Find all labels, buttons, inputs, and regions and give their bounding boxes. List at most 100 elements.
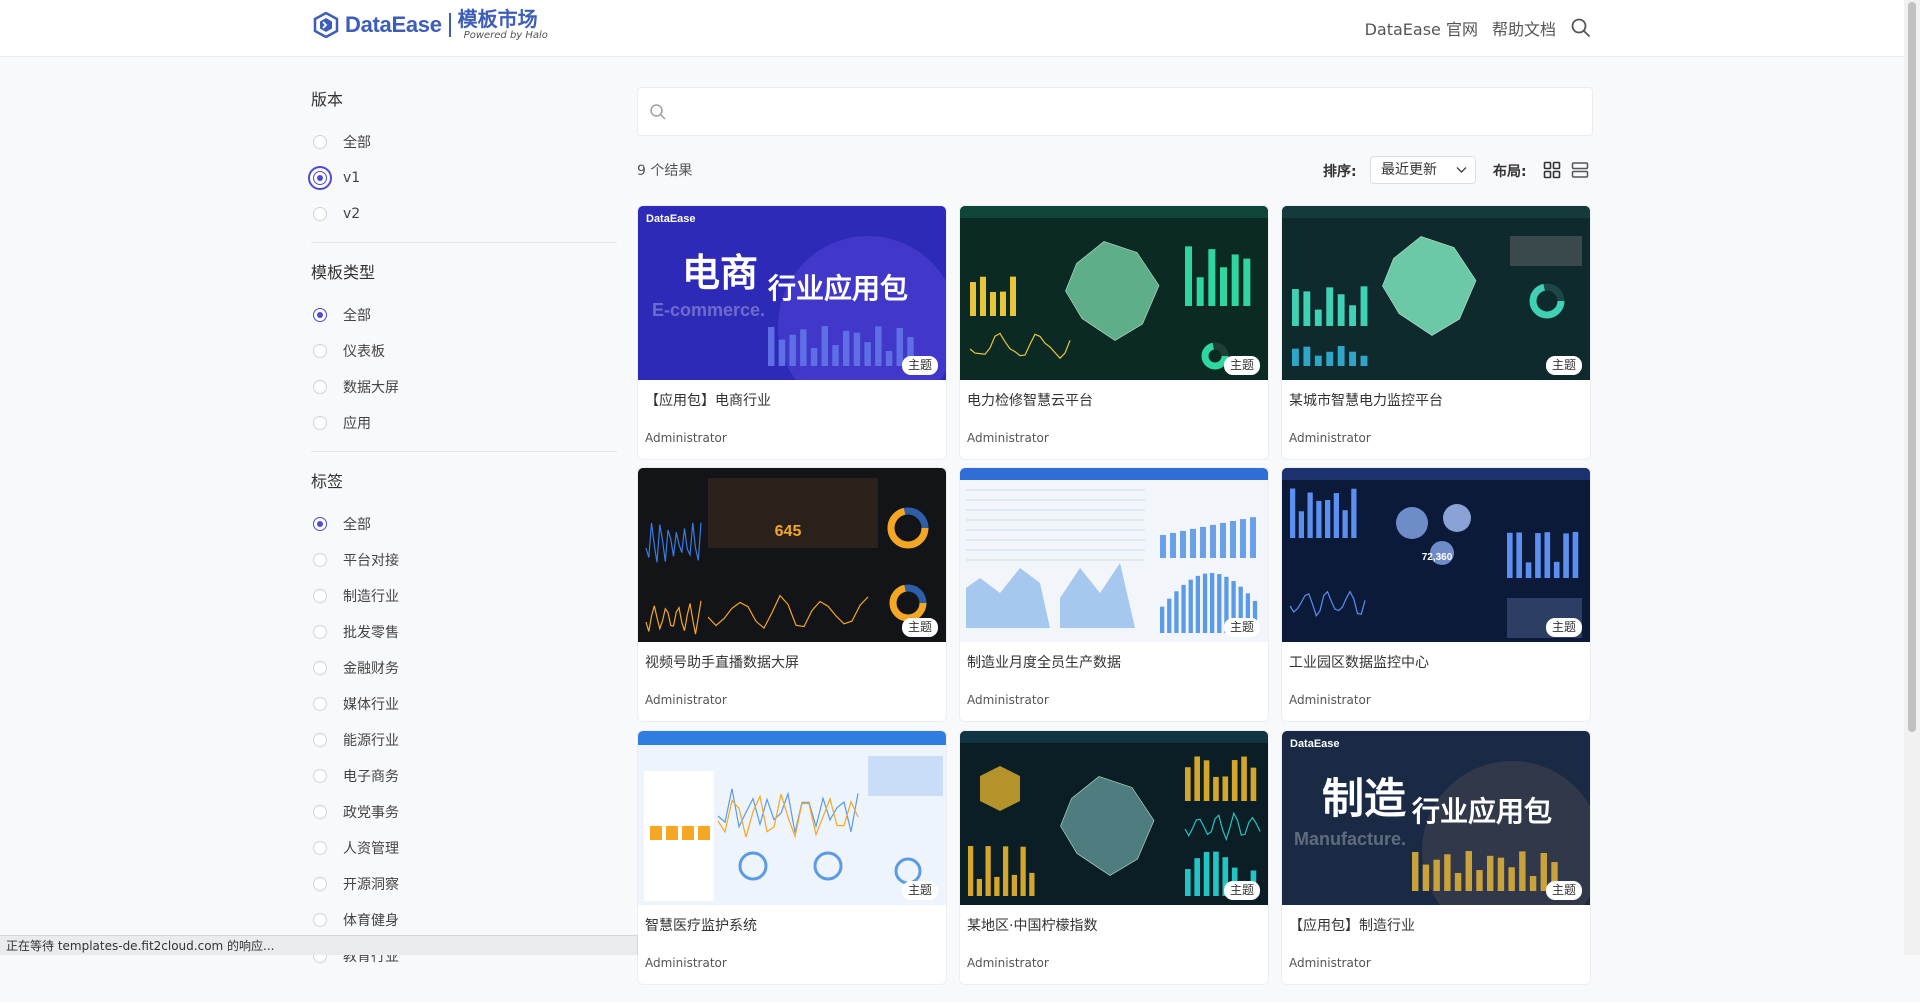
search-icon: [650, 104, 666, 120]
filter-option[interactable]: 金融财务: [311, 650, 617, 686]
radio-unchecked-icon[interactable]: [313, 697, 327, 711]
logo[interactable]: DataEase 模板市场 Powered by Halo: [313, 9, 548, 41]
filter-option[interactable]: 人资管理: [311, 830, 617, 866]
search-input[interactable]: [678, 98, 1572, 126]
template-card-title[interactable]: 电力检修智慧云平台: [967, 390, 1093, 410]
template-card-title[interactable]: 工业园区数据监控中心: [1289, 652, 1429, 672]
template-search-bar[interactable]: [637, 87, 1593, 136]
template-card-title[interactable]: 【应用包】制造行业: [1289, 915, 1415, 935]
template-thumbnail[interactable]: [960, 731, 1268, 905]
filter-option-label: 制造行业: [343, 589, 399, 605]
template-card[interactable]: 主题 制造业月度全员生产数据 Administrator: [959, 467, 1269, 722]
template-card-title[interactable]: 制造业月度全员生产数据: [967, 652, 1121, 672]
filter-option[interactable]: 制造行业: [311, 578, 617, 614]
filter-option[interactable]: v2: [311, 196, 617, 232]
filter-option[interactable]: 平台对接: [311, 542, 617, 578]
filter-group-version: 版本全部 v1 v2: [311, 88, 617, 243]
radio-checked-icon[interactable]: [313, 308, 327, 322]
filter-option-label: 媒体行业: [343, 697, 399, 713]
filter-option[interactable]: 应用: [311, 405, 617, 441]
template-thumbnail-image: [638, 731, 946, 905]
filter-option[interactable]: 批发零售: [311, 614, 617, 650]
template-thumbnail[interactable]: DataEase 电商 行业应用包 E-commerce.: [638, 206, 946, 380]
radio-checked-icon[interactable]: [313, 171, 327, 185]
radio-unchecked-icon[interactable]: [313, 135, 327, 149]
template-thumbnail[interactable]: [1282, 206, 1590, 380]
filter-option[interactable]: 政党事务: [311, 794, 617, 830]
theme-badge: 主题: [1545, 618, 1582, 637]
radio-unchecked-icon[interactable]: [313, 877, 327, 891]
nav-help-docs-link[interactable]: 帮助文档: [1492, 16, 1556, 40]
template-card-title[interactable]: 视频号助手直播数据大屏: [645, 652, 799, 672]
filter-option[interactable]: 媒体行业: [311, 686, 617, 722]
template-thumbnail[interactable]: DataEase 制造 行业应用包 Manufacture.: [1282, 731, 1590, 905]
radio-unchecked-icon[interactable]: [313, 913, 327, 927]
template-card[interactable]: 主题 电力检修智慧云平台 Administrator: [959, 205, 1269, 460]
filter-option[interactable]: 全部: [311, 297, 617, 333]
template-thumbnail[interactable]: [638, 731, 946, 905]
filter-option[interactable]: 能源行业: [311, 722, 617, 758]
grid-layout-icon[interactable]: [1543, 161, 1561, 179]
template-card-title[interactable]: 【应用包】电商行业: [645, 390, 771, 410]
filter-option[interactable]: 体育健身: [311, 902, 617, 938]
template-card-title[interactable]: 某地区·中国柠檬指数: [967, 915, 1097, 935]
thumb-small-text: 行业应用包: [1411, 795, 1552, 828]
chevron-down-icon: [1456, 167, 1467, 173]
template-card-title[interactable]: 智慧医疗监护系统: [645, 915, 757, 935]
template-card-author: Administrator: [645, 693, 727, 707]
radio-unchecked-icon[interactable]: [313, 733, 327, 747]
template-thumbnail-image: [960, 731, 1268, 905]
filter-option-label: 开源洞察: [343, 877, 399, 893]
radio-unchecked-icon[interactable]: [313, 589, 327, 603]
radio-unchecked-icon[interactable]: [313, 625, 327, 639]
template-card-author: Administrator: [645, 431, 727, 445]
template-card[interactable]: 72,360 主题 工业园区数据监控中心 Administrator: [1281, 467, 1591, 722]
template-card[interactable]: 主题 智慧医疗监护系统 Administrator: [637, 730, 947, 985]
radio-unchecked-icon[interactable]: [313, 553, 327, 567]
logo-name: DataEase: [345, 12, 442, 37]
list-layout-icon[interactable]: [1571, 161, 1589, 179]
radio-unchecked-icon[interactable]: [313, 769, 327, 783]
nav-official-site-link[interactable]: DataEase 官网: [1365, 16, 1478, 40]
filter-group-template-type: 模板类型 全部 仪表板 数据大屏 应用: [311, 261, 617, 452]
radio-unchecked-icon[interactable]: [313, 841, 327, 855]
filter-option[interactable]: 仪表板: [311, 333, 617, 369]
radio-unchecked-icon[interactable]: [313, 207, 327, 221]
sort-select[interactable]: 最近更新: [1370, 156, 1476, 184]
template-card[interactable]: 645 主题 视频号助手直播数据大屏 Administrator: [637, 467, 947, 722]
filter-group-title: 版本: [311, 90, 344, 109]
template-thumbnail-image: 645: [638, 468, 946, 642]
template-thumbnail[interactable]: 72,360: [1282, 468, 1590, 642]
radio-unchecked-icon[interactable]: [313, 805, 327, 819]
radio-unchecked-icon[interactable]: [313, 661, 327, 675]
filter-option[interactable]: 全部: [311, 506, 617, 542]
filter-option[interactable]: 数据大屏: [311, 369, 617, 405]
radio-checked-icon[interactable]: [313, 517, 327, 531]
logo-subtitle: Powered by Halo: [463, 30, 548, 41]
template-card-author: Administrator: [967, 431, 1049, 445]
radio-unchecked-icon[interactable]: [313, 416, 327, 430]
filter-option-label: 金融财务: [343, 661, 399, 677]
filter-option[interactable]: 电子商务: [311, 758, 617, 794]
filter-option[interactable]: 开源洞察: [311, 866, 617, 902]
thumb-en-text: Manufacture.: [1294, 829, 1406, 849]
thumb-logo-text: DataEase: [1290, 738, 1340, 750]
theme-badge: 主题: [901, 356, 938, 375]
template-card[interactable]: DataEase 电商 行业应用包 E-commerce. 主题 【应用包】电商…: [637, 205, 947, 460]
search-icon[interactable]: [1570, 17, 1592, 39]
filter-option-label: 全部: [343, 308, 371, 324]
template-card[interactable]: DataEase 制造 行业应用包 Manufacture. 主题 【应用包】制…: [1281, 730, 1591, 985]
filter-option[interactable]: v1: [311, 160, 617, 196]
top-nav: DataEase 官网 帮助文档: [1365, 16, 1592, 40]
filter-option[interactable]: 全部: [311, 124, 617, 160]
template-thumbnail-image: [960, 468, 1268, 642]
template-card[interactable]: 主题 某地区·中国柠檬指数 Administrator: [959, 730, 1269, 985]
page-scrollbar-thumb[interactable]: [1908, 2, 1916, 732]
template-card[interactable]: 主题 某城市智慧电力监控平台 Administrator: [1281, 205, 1591, 460]
radio-unchecked-icon[interactable]: [313, 380, 327, 394]
template-card-title[interactable]: 某城市智慧电力监控平台: [1289, 390, 1443, 410]
template-thumbnail[interactable]: [960, 206, 1268, 380]
template-thumbnail[interactable]: [960, 468, 1268, 642]
radio-unchecked-icon[interactable]: [313, 344, 327, 358]
template-thumbnail[interactable]: 645: [638, 468, 946, 642]
